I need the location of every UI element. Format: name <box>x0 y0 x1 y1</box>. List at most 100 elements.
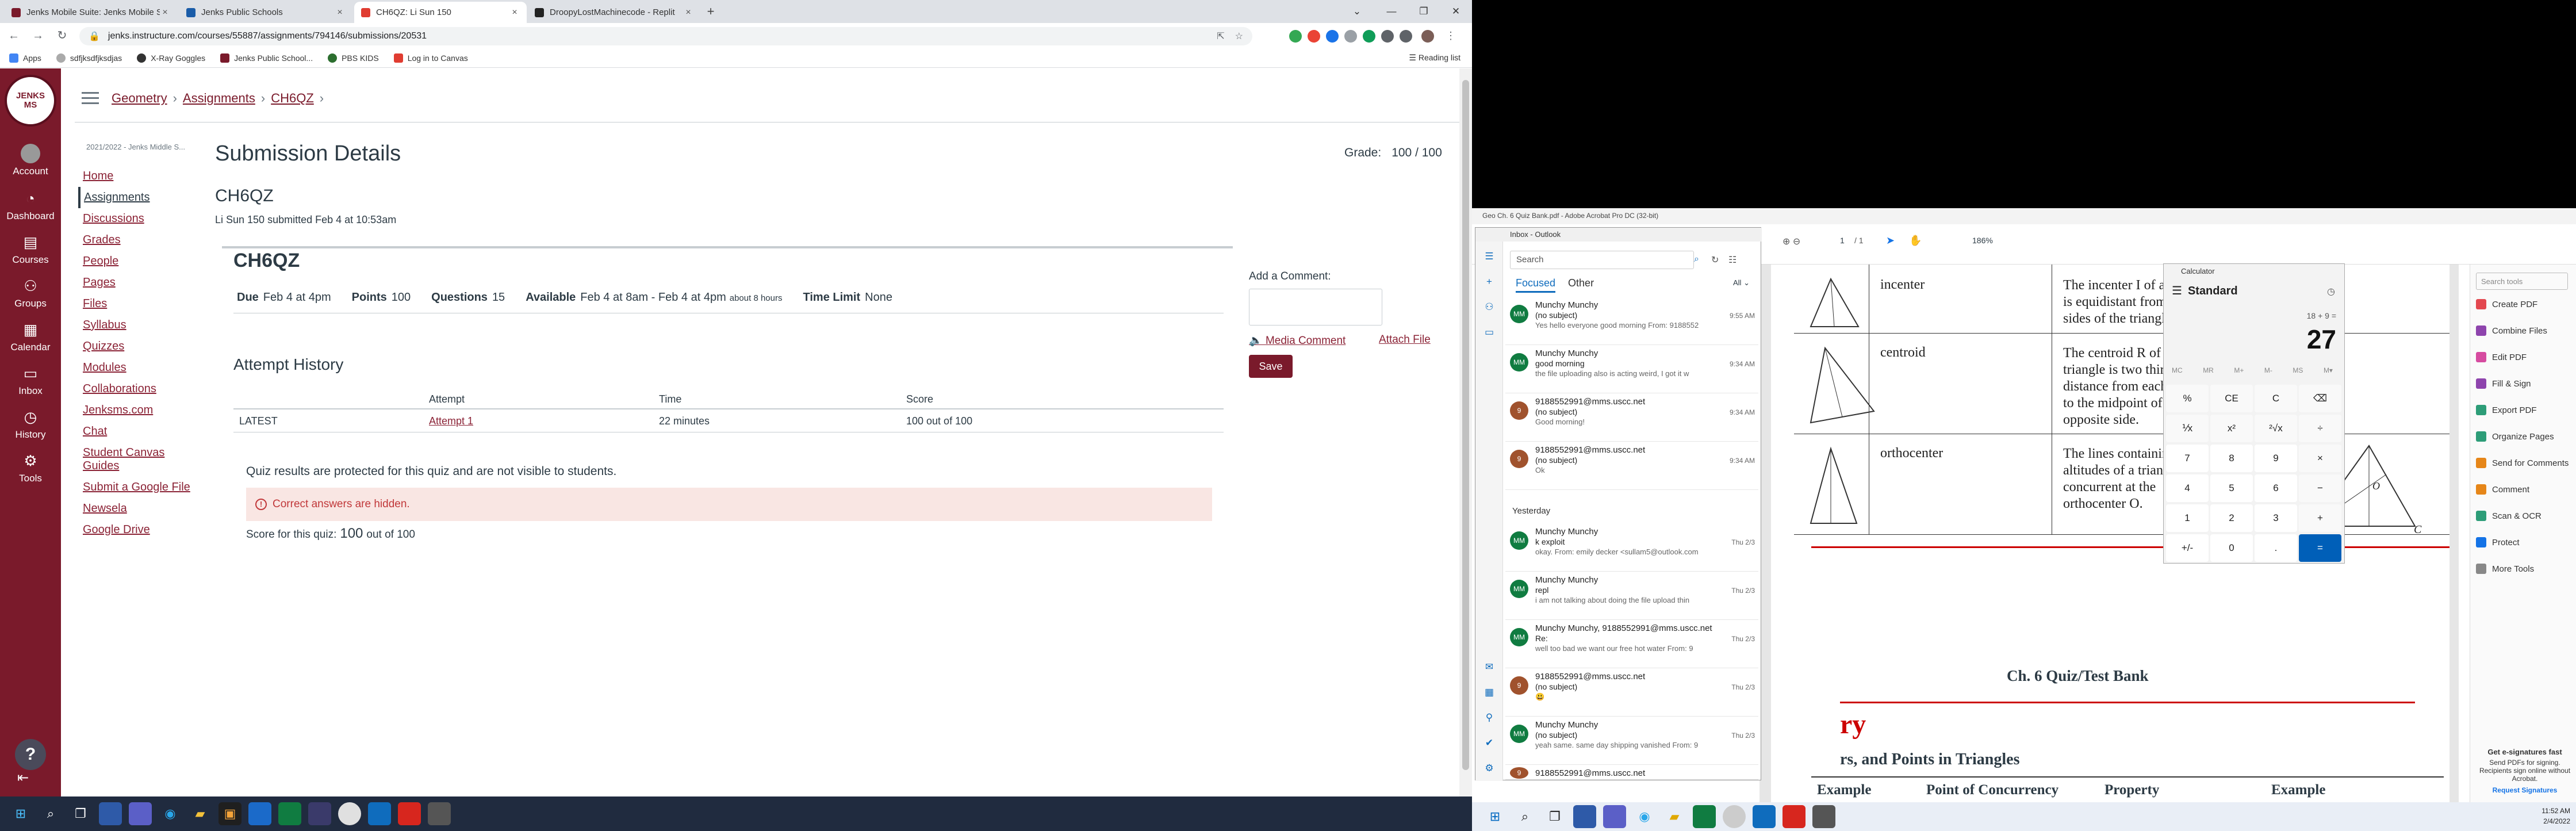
extension-icon[interactable] <box>1344 30 1357 43</box>
key-minus-button[interactable]: − <box>2299 474 2341 502</box>
file-explorer-icon[interactable]: ▰ <box>189 802 212 825</box>
key-negate-button[interactable]: +/- <box>2166 534 2209 562</box>
address-bar[interactable]: 🔒 jenks.instructure.com/courses/55887/ass… <box>79 27 1252 45</box>
nav-history[interactable]: ◷ History <box>0 407 61 441</box>
tool-edit-pdf[interactable]: Edit PDF <box>2476 352 2527 362</box>
key-five-button[interactable]: 5 <box>2210 474 2253 502</box>
extension-icon[interactable] <box>1289 30 1302 43</box>
tasks-icon[interactable]: ✔ <box>1482 737 1496 751</box>
tool-comment[interactable]: Comment <box>2476 484 2529 495</box>
course-menu-toggle[interactable] <box>82 92 99 105</box>
bookmark[interactable]: PBS KIDS <box>328 53 379 63</box>
mail-search-input[interactable]: Search <box>1510 251 1694 269</box>
scrollbar-thumb[interactable] <box>1462 80 1469 770</box>
tab-focused[interactable]: Focused <box>1516 277 1556 293</box>
chrome-icon[interactable] <box>338 802 361 825</box>
course-nav-syllabus[interactable]: Syllabus <box>78 315 193 336</box>
star-icon[interactable]: ☆ <box>1235 30 1243 42</box>
search-icon[interactable]: ⌕ <box>1513 805 1536 828</box>
filter-all[interactable]: All ⌄ <box>1733 278 1750 288</box>
close-icon[interactable]: × <box>335 7 345 18</box>
extension-icon[interactable] <box>1308 30 1320 43</box>
course-nav-quizzes[interactable]: Quizzes <box>78 336 193 357</box>
media-comment-link[interactable]: 🔈 Media Comment <box>1249 334 1346 347</box>
close-icon[interactable]: × <box>509 7 520 18</box>
page-number-field[interactable]: 1 <box>1840 236 1845 245</box>
list-item[interactable]: MM Munchy Munchy (no subject) Yes hello eve… <box>1505 297 1758 345</box>
course-nav-home[interactable]: Home <box>78 166 193 187</box>
bookmark[interactable]: Jenks Public School... <box>220 53 313 63</box>
tool-create-pdf[interactable]: Create PDF <box>2476 299 2537 309</box>
teams-icon[interactable] <box>129 802 152 825</box>
scrollbar[interactable] <box>1459 68 1472 802</box>
tab-search-icon[interactable]: ⌄ <box>1346 3 1368 20</box>
photos-icon[interactable] <box>248 802 271 825</box>
tool-fill-sign[interactable]: Fill & Sign <box>2476 378 2531 389</box>
list-item[interactable]: 9 9188552991@mms.uscc.net <box>1505 765 1758 780</box>
acrobat-icon[interactable] <box>398 802 421 825</box>
chrome-icon[interactable] <box>1723 805 1746 828</box>
key-square-root-button[interactable]: ²√x <box>2255 415 2297 442</box>
bookmark[interactable]: Log in to Canvas <box>393 53 468 63</box>
key-percent-button[interactable]: % <box>2166 385 2209 412</box>
course-nav-guides[interactable]: Student Canvas Guides <box>78 442 193 477</box>
memory-add-button[interactable]: M+ <box>2234 366 2244 374</box>
collapse-nav-icon[interactable]: ⇤ <box>17 769 29 786</box>
memory-clear-button[interactable]: MC <box>2172 366 2183 374</box>
edge-icon[interactable]: ◉ <box>1633 805 1656 828</box>
list-item[interactable]: 9 9188552991@mms.uscc.net (no subject) Ok 9:… <box>1505 442 1758 490</box>
memory-subtract-button[interactable]: M- <box>2264 366 2272 374</box>
nav-courses[interactable]: ▤ Courses <box>0 232 61 266</box>
forward-icon[interactable]: → <box>28 25 48 46</box>
key-clear-entry-button[interactable]: CE <box>2210 385 2253 412</box>
bookmark[interactable]: X-Ray Goggles <box>137 53 205 63</box>
tool-export[interactable]: Export PDF <box>2476 405 2537 415</box>
attempt-link[interactable]: Attempt 1 <box>429 415 473 427</box>
close-icon[interactable]: × <box>160 7 170 18</box>
request-signatures-link[interactable]: Request Signatures <box>2476 786 2574 794</box>
key-decimal-button[interactable]: . <box>2255 534 2297 562</box>
key-divide-button[interactable]: ÷ <box>2299 415 2341 442</box>
tool-send-comments[interactable]: Send for Comments <box>2476 458 2569 468</box>
list-item[interactable]: 9 9188552991@mms.uscc.net (no subject) 😃 Thu… <box>1505 668 1758 717</box>
close-window-button[interactable]: ✕ <box>1444 3 1467 20</box>
nav-inbox[interactable]: ▭ Inbox <box>0 363 61 397</box>
menu-icon[interactable]: ☰ <box>2172 285 2182 297</box>
key-one-button[interactable]: 1 <box>2166 504 2209 532</box>
bookmark[interactable]: sdfjksdfjksdjas <box>56 53 122 63</box>
system-clock[interactable]: 11:52 AM 2/4/2022 <box>2542 806 2570 826</box>
nav-account[interactable]: Account <box>0 144 61 177</box>
key-six-button[interactable]: 6 <box>2255 474 2297 502</box>
mail-icon[interactable]: ✉ <box>1482 661 1496 675</box>
back-icon[interactable]: ← <box>3 25 24 46</box>
tab-other[interactable]: Other <box>1568 277 1594 289</box>
memory-recall-button[interactable]: MR <box>2203 366 2214 374</box>
extension-icon[interactable] <box>1363 30 1375 43</box>
history-icon[interactable]: ◷ <box>2327 286 2335 297</box>
comment-input[interactable] <box>1249 289 1382 325</box>
windows-start-icon[interactable]: ⊞ <box>1483 805 1506 828</box>
help-button[interactable]: ? <box>15 739 46 770</box>
page-nav-icons[interactable]: ⊕ ⊖ <box>1782 236 1800 247</box>
calculator-mode[interactable]: ☰ Standard <box>2172 284 2238 298</box>
teams-icon[interactable] <box>1603 805 1626 828</box>
new-tab-button[interactable]: + <box>703 3 719 20</box>
task-view-icon[interactable]: ❐ <box>1543 805 1566 828</box>
reload-icon[interactable]: ↻ <box>52 25 72 46</box>
minimize-button[interactable]: — <box>1380 3 1403 20</box>
browser-tab[interactable]: Jenks Public Schools × <box>179 2 352 23</box>
key-four-button[interactable]: 4 <box>2166 474 2209 502</box>
nav-dashboard[interactable]: ◔ Dashboard <box>0 189 61 222</box>
course-nav-chat[interactable]: Chat <box>78 421 193 442</box>
menu-icon[interactable]: ⋮ <box>1444 30 1457 43</box>
new-mail-icon[interactable]: + <box>1482 276 1496 290</box>
course-nav-google-file[interactable]: Submit a Google File <box>78 477 193 498</box>
save-button[interactable]: Save <box>1249 355 1293 378</box>
key-square-button[interactable]: x² <box>2210 415 2253 442</box>
course-nav-assignments[interactable]: Assignments <box>78 187 193 208</box>
app-icon[interactable]: ▣ <box>218 802 241 825</box>
bookmark-apps[interactable]: Apps <box>9 53 41 63</box>
search-icon[interactable]: ⌕ <box>39 802 62 825</box>
course-nav-grades[interactable]: Grades <box>78 229 193 251</box>
folder-icon[interactable]: ▭ <box>1482 327 1496 340</box>
